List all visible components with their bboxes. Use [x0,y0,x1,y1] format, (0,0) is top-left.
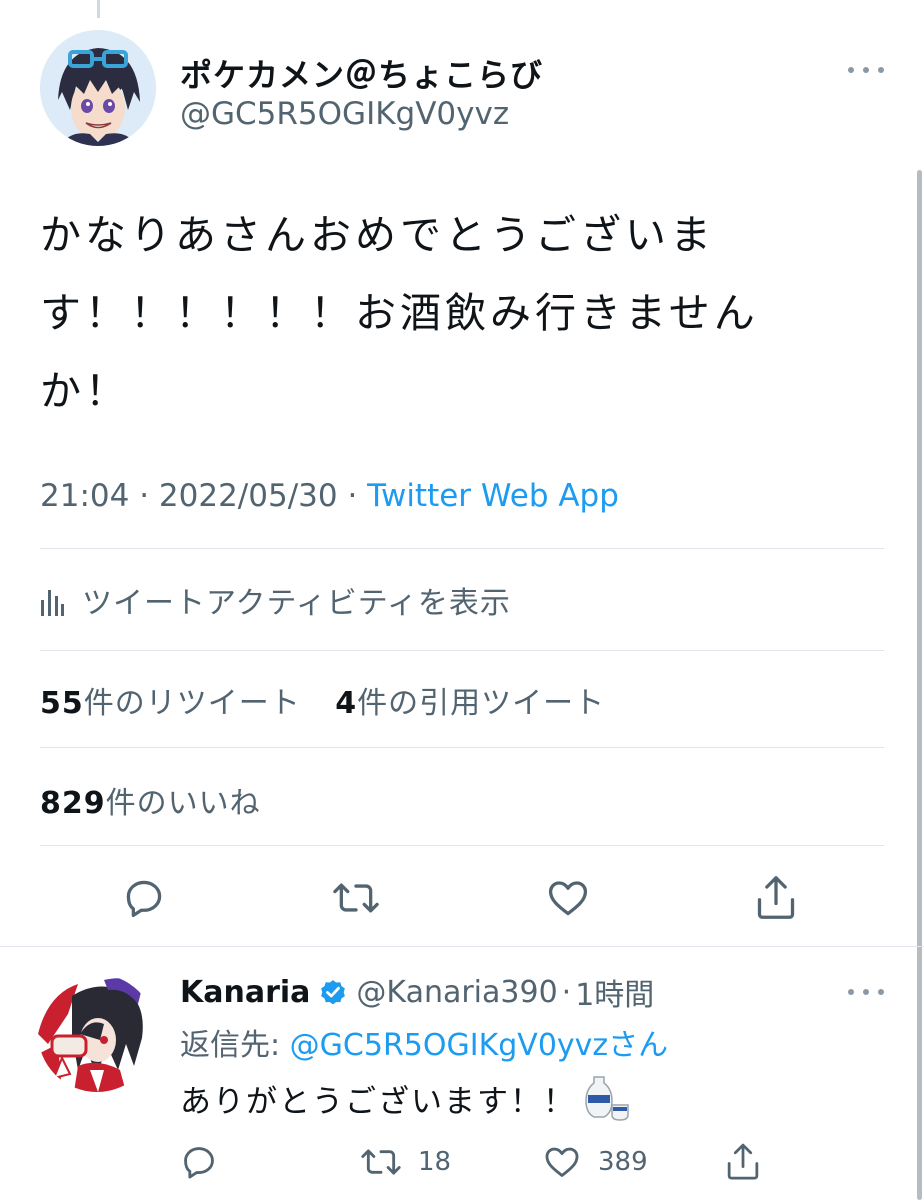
like-button[interactable] [540,870,596,926]
reply-to-line: 返信先: @GC5R5OGIKgV0yvzさん [180,1020,668,1064]
divider [40,845,884,846]
reply-author-handle[interactable]: @Kanaria390 [356,975,557,1010]
reply-text-row: ありがとうございます！！ [180,1075,630,1121]
sake-icon [585,1076,629,1121]
reply-action-bar: 18 389 [0,1140,924,1184]
share-icon [757,876,795,919]
avatar[interactable] [40,30,156,146]
tweet-activity-link[interactable]: ツイートアクティビティを表示 [40,578,511,622]
retweet-icon [333,883,379,913]
reply-retweet-button[interactable]: 18 [360,1140,451,1184]
reply-header: Kanaria @Kanaria390 · 1時間 [180,970,654,1014]
reply-like-count: 389 [598,1147,648,1177]
retweet-stats: 55件のリツイート 4件の引用ツイート [40,678,605,722]
quotes-link[interactable]: 4件の引用ツイート [335,686,605,721]
retweet-button[interactable] [328,870,384,926]
like-icon [545,1147,579,1177]
share-icon [727,1143,759,1180]
likes-count: 829 [40,786,106,821]
reply-retweet-count: 18 [418,1147,452,1177]
reply-like-button[interactable]: 389 [542,1140,648,1184]
scrollbar[interactable] [917,170,922,1200]
tweet-action-bar [0,870,924,930]
tweet-time: 21:04 [40,478,130,514]
reply-text: ありがとうございます！！ [180,1083,576,1120]
likes-link[interactable]: 829件のいいね [40,778,261,822]
reply-time[interactable]: 1時間 [575,970,654,1014]
activity-label: ツイートアクティビティを表示 [82,586,511,621]
section-divider [0,946,924,947]
quotes-label: 件の引用ツイート [357,686,606,721]
reply-icon [184,1147,214,1179]
analytics-icon [41,590,64,616]
reply-to-mention[interactable]: @GC5R5OGIKgV0yvz [290,1028,609,1063]
reply-dot: · [561,974,572,1010]
like-icon [548,881,588,916]
meta-separator: · [129,478,159,514]
reply-avatar[interactable] [38,974,156,1092]
divider [40,548,884,549]
quotes-count: 4 [335,686,358,721]
verified-badge-icon [321,980,346,1005]
divider [40,747,884,748]
retweets-count: 55 [40,686,84,721]
tweet-source-link[interactable]: Twitter Web App [367,478,619,514]
reply-author-name[interactable]: Kanaria [180,975,310,1010]
tweet-text: かなりあさんおめでとうございます！！！！！！お酒飲み行きませんか！ [40,211,759,415]
author-handle[interactable]: @GC5R5OGIKgV0yvz [180,96,509,132]
tweet-date: 2022/05/30 [158,478,338,514]
share-button[interactable] [748,870,804,926]
reply-to-label: 返信先: [180,1028,290,1063]
reply-reply-button[interactable] [180,1140,234,1184]
reply-share-button[interactable] [724,1140,778,1184]
retweet-icon [361,1149,401,1175]
thread-line [97,0,100,18]
reply-to-suffix: さん [608,1028,669,1063]
author-name[interactable]: ポケカメン＠ちょこらび [180,50,543,96]
retweets-label: 件のリツイート [83,686,301,721]
tweet-meta: 21:04 · 2022/05/30 · Twitter Web App [40,478,619,514]
reply-more-options-icon[interactable] [848,982,884,1002]
more-options-icon[interactable] [848,60,884,80]
reply-button[interactable] [116,870,172,926]
reply-icon [126,880,162,918]
likes-label: 件のいいね [105,786,261,821]
retweets-link[interactable]: 55件のリツイート [40,686,301,721]
divider [40,650,884,651]
meta-separator: · [337,478,368,514]
